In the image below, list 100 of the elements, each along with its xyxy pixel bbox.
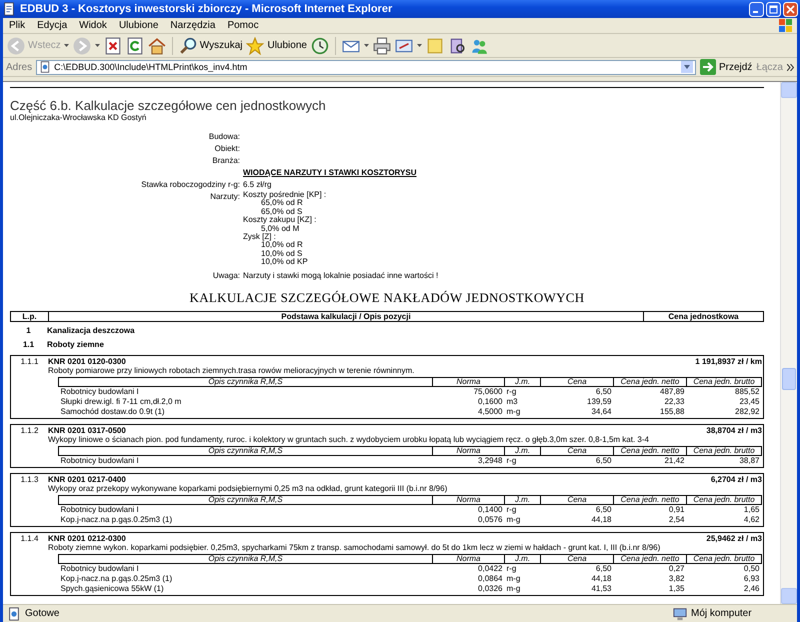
table-cell-text: 3,82 — [668, 574, 686, 584]
table-cell: 487,89 — [614, 386, 686, 397]
column-header: Cena jedn. brutto — [686, 495, 762, 504]
caret-icon[interactable] — [94, 44, 100, 47]
field-label: Narzuty: — [209, 191, 240, 203]
document-heading: Część 6.b. Kalkulacje szczegółowe cen jednostkowych — [10, 98, 327, 113]
address-field[interactable]: C:\EDBUD.300\Include\HTMLPrint\kos_inv4.htm — [36, 60, 696, 74]
table-cell-text: m-g — [506, 574, 522, 584]
norm-code: KNR 0201 0217-0400 — [48, 474, 126, 484]
table-cell-text: Kop.j-nacz.na p.gąs.0.25m3 (1) — [60, 514, 174, 525]
chevron-icon[interactable] — [787, 64, 794, 70]
note-icon — [426, 36, 444, 54]
printer-icon — [372, 36, 391, 54]
computer-icon — [673, 606, 687, 620]
column-header: L.p. — [21, 312, 38, 321]
search-button[interactable]: Wyszukaj — [178, 36, 242, 54]
table-cell: Robotnicy budowlani I — [58, 386, 432, 397]
surcharge-name: Zysk [Z] : — [243, 233, 276, 242]
table-cell: r-g — [504, 386, 540, 397]
column-header: Opis czynnika R,M,S — [58, 446, 432, 456]
minimize-button[interactable] — [749, 2, 764, 16]
field-label: Stawka roboczogodziny r-g: — [140, 179, 240, 191]
field-value: Narzuty i stawki mogą lokalnie posiadać inne wartości ! — [243, 270, 440, 282]
security-zone: Mój komputer — [673, 606, 793, 620]
surcharge-rate: 10,0% od R — [260, 241, 304, 250]
row-number: 1 — [25, 326, 32, 336]
row-number: 1.1.1 — [20, 356, 40, 368]
scrollbar[interactable] — [780, 82, 797, 604]
table-cell: Robotnicy budowlani I — [58, 504, 432, 515]
page-icon — [39, 61, 52, 73]
column-header: Norma — [432, 377, 504, 386]
table-cell-text: Kop.j-nacz.na p.gąs.0.25m3 (1) — [60, 574, 174, 584]
table-cell-text: 44,18 — [590, 514, 612, 525]
menu-item[interactable]: Ulubione — [112, 20, 164, 31]
column-header: Norma — [432, 554, 504, 564]
table-cell-text: 0,0576 — [477, 514, 504, 525]
column-header: Cena jedn. netto — [614, 446, 686, 456]
table-cell-text: 1,35 — [668, 584, 686, 594]
table-cell: 0,27 — [614, 563, 686, 574]
field-label: Budowa: — [208, 131, 240, 143]
maximize-button[interactable] — [766, 2, 781, 16]
dropdown-icon[interactable] — [680, 61, 693, 73]
row-number: 1.1.4 — [20, 534, 40, 545]
status-text: Gotowe — [7, 606, 60, 620]
column-header: Cena jedn. brutto — [686, 554, 762, 564]
table-cell: 885,52 — [686, 386, 762, 397]
norm-code: KNR 0201 0120-0300 — [48, 356, 126, 366]
table-cell-text: 4,62 — [742, 514, 760, 525]
table-cell: 6,50 — [540, 455, 614, 466]
stop-icon — [104, 36, 122, 54]
caret-icon[interactable] — [364, 44, 369, 47]
table-cell: 0,50 — [686, 563, 762, 574]
address-label: Adres — [6, 62, 32, 72]
column-header: Podstawa kalkulacji / Opis pozycji — [48, 312, 643, 321]
column-header: Norma — [432, 495, 504, 504]
favorites-button[interactable]: Ulubione — [246, 36, 307, 54]
surcharge-name: Koszty pośrednie [KP] : — [243, 191, 328, 199]
close-button[interactable] — [783, 2, 798, 16]
norm-code: KNR 0201 0212-0300 — [48, 534, 126, 543]
column-header: Opis czynnika R,M,S — [58, 554, 432, 564]
refresh-icon — [126, 36, 144, 54]
column-header: Cena — [540, 554, 614, 564]
column-header: J.m. — [504, 377, 540, 386]
unit-price: 38,8704 zł / m3 — [706, 426, 762, 435]
norm-code: KNR 0201 0317-0500 — [48, 426, 126, 435]
document-subtitle: ul.Olejniczaka-Wrocławska KD Gostyń — [10, 113, 148, 123]
menu-item[interactable]: Narzędzia — [164, 20, 222, 31]
table-cell-text: 2,54 — [668, 514, 686, 525]
table-cell: r-g — [504, 455, 540, 466]
column-header: Cena jedn. brutto — [686, 377, 762, 386]
surcharge-rate: 65,0% od R — [261, 199, 303, 208]
row-number: 1.1.3 — [20, 474, 40, 486]
position-description: Wykopy liniowe o ścianach pion. pod fundamenty, ruroc. i kolektory w gruntach such. z wydobyciem urobku łopatą lub wyciągiem ręcz. o głęb.3,0m szer. 0,8-1,5m kat. 3-4 — [48, 434, 650, 444]
table-cell: 6,50 — [540, 504, 614, 515]
menu-item[interactable]: Plik — [3, 20, 32, 31]
table-cell-text: 22,33 — [663, 396, 686, 407]
home-icon — [148, 36, 166, 54]
table-cell: r-g — [504, 504, 540, 515]
column-header: Opis czynnika R,M,S — [58, 495, 432, 504]
menu-item[interactable]: Edycja — [31, 20, 74, 31]
go-button[interactable]: Przejdź — [700, 59, 752, 75]
position-description: Roboty pomiarowe przy liniowych robotach ziemnych.trasa rowów melioracyjnych w terenie równinnym. — [48, 366, 416, 375]
column-header: J.m. — [504, 554, 540, 564]
surcharge-rate: 5,0% od M — [261, 224, 300, 233]
caret-icon[interactable] — [416, 44, 422, 47]
row-number: 1.1 — [22, 340, 36, 350]
table-cell-text: m-g — [506, 514, 522, 525]
table-cell-text: 23,45 — [738, 396, 760, 407]
windows-logo-icon — [779, 19, 793, 32]
table-cell: Robotnicy budowlani I — [58, 455, 432, 466]
table-cell-text: 282,92 — [734, 406, 760, 417]
unit-price: 6,2704 zł / m3 — [710, 474, 762, 484]
window-title: EDBUD 3 - Kosztorys inwestorski zbiorczy - Microsoft Internet Explorer — [20, 3, 394, 15]
page-icon — [7, 606, 21, 620]
table-cell: 75,0600 — [432, 386, 504, 397]
surcharge-name: Koszty zakupu [KZ] : — [243, 216, 318, 225]
menu-item[interactable]: Pomoc — [221, 20, 265, 31]
menu-item[interactable]: Widok — [73, 20, 113, 31]
table-cell-text: 34,64 — [590, 406, 612, 417]
section-title: Kanalizacja deszczowa — [47, 326, 136, 336]
